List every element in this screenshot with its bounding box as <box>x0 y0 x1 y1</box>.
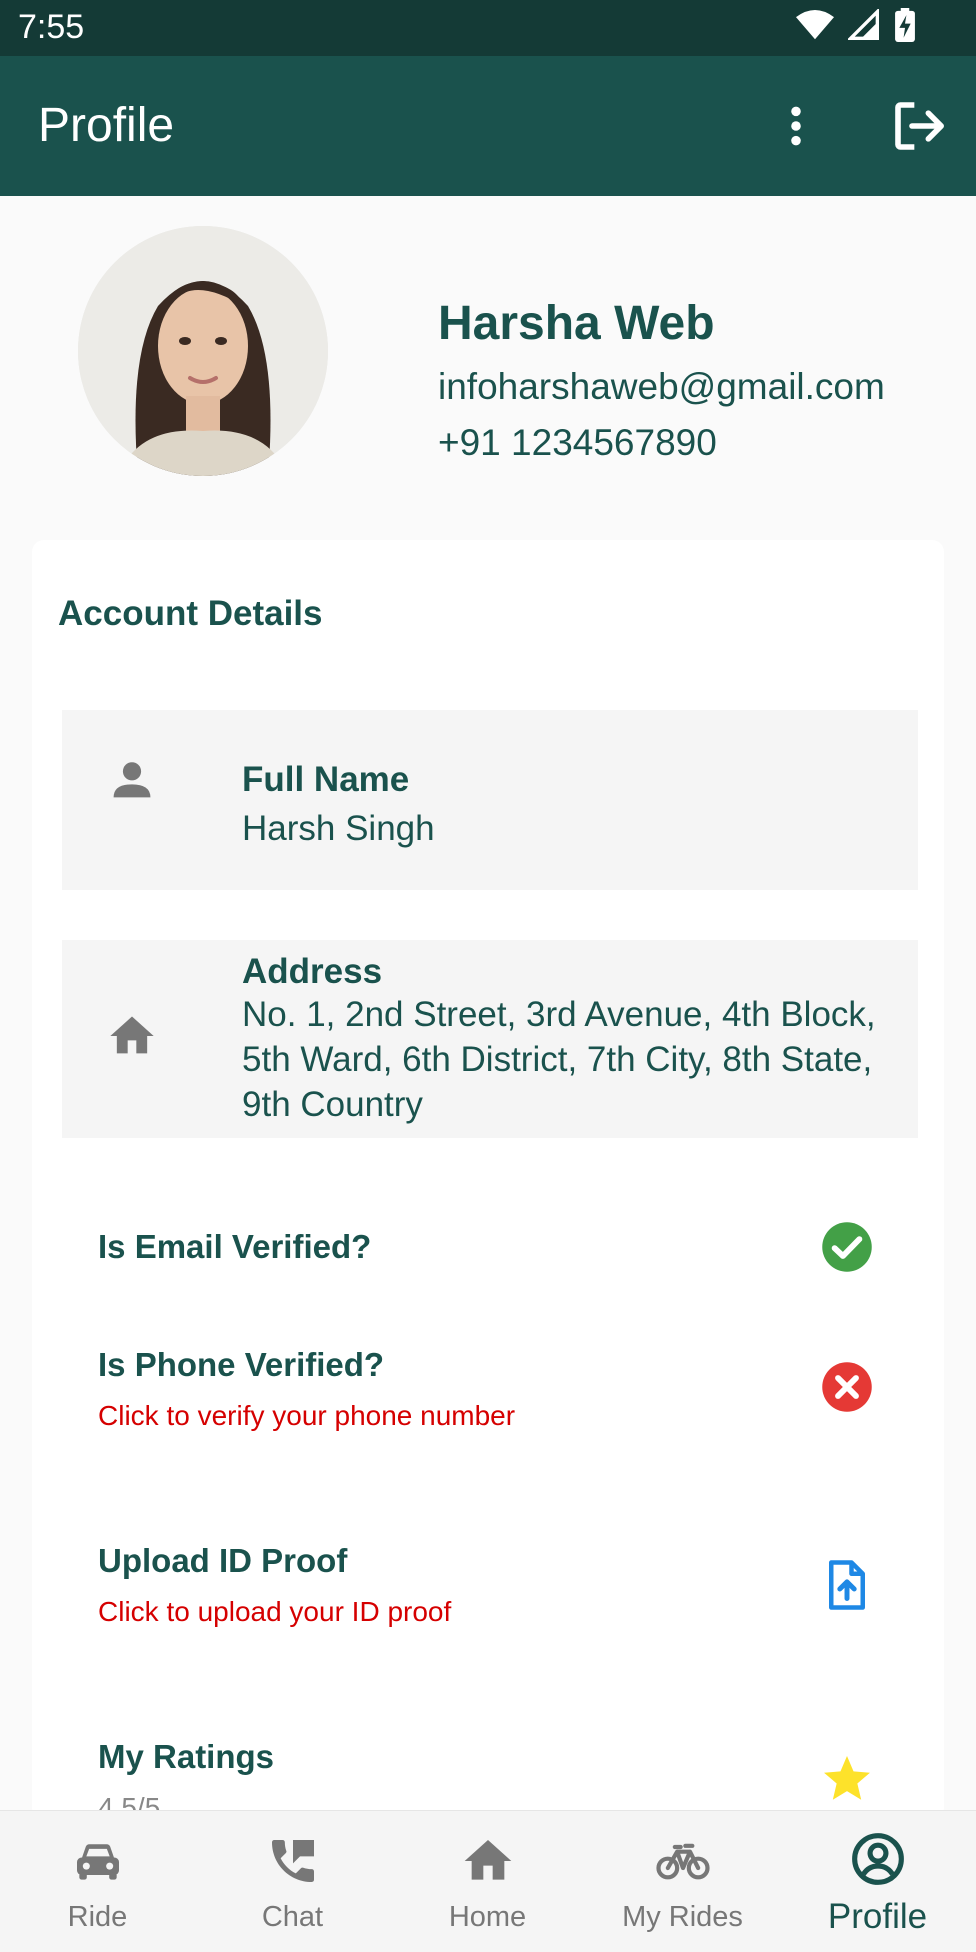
file-upload-icon <box>829 1560 865 1610</box>
nav-item-my-rides[interactable]: My Rides <box>585 1811 780 1952</box>
phone-verify-link[interactable]: Click to verify your phone number <box>98 1400 515 1432</box>
profile-header: Harsha Web infoharshaweb@gmail.com +91 1… <box>0 196 976 536</box>
full-name-box[interactable]: Full Name Harsh Singh <box>62 710 918 890</box>
nav-label-home: Home <box>448 1901 527 1933</box>
battery-charging-icon <box>895 8 915 42</box>
status-time: 7:55 <box>18 8 85 46</box>
avatar[interactable] <box>78 226 328 476</box>
star-icon <box>824 1756 870 1800</box>
more-vertical-icon <box>791 106 801 146</box>
home-icon <box>110 1016 154 1054</box>
nav-item-home[interactable]: Home <box>390 1811 585 1952</box>
bottom-navigation: Ride Chat Home My Rides Profile <box>0 1810 976 1952</box>
profile-name: Harsha Web <box>438 297 715 350</box>
app-bar: Profile <box>0 56 976 196</box>
more-options-button[interactable] <box>776 104 816 148</box>
status-icons <box>796 8 916 42</box>
cancel-circle-icon <box>822 1362 872 1412</box>
status-bar: 7:55 <box>0 0 976 56</box>
phone-verified-title: Is Phone Verified? <box>98 1346 385 1383</box>
avatar-photo <box>78 226 328 476</box>
account-circle-icon <box>852 1833 904 1885</box>
full-name-value: Harsh Singh <box>242 809 435 848</box>
bicycle-icon <box>656 1843 710 1880</box>
address-label: Address <box>242 952 383 991</box>
phone-chat-icon <box>272 1840 314 1882</box>
email-verified-title: Is Email Verified? <box>98 1228 372 1265</box>
account-details-card: Account Details Full Name Harsh Singh Ad… <box>32 540 944 1823</box>
wifi-icon <box>796 9 834 40</box>
nav-item-chat[interactable]: Chat <box>195 1811 390 1952</box>
nav-item-profile[interactable]: Profile <box>780 1811 975 1952</box>
person-icon <box>113 762 151 798</box>
full-name-label: Full Name <box>242 760 410 799</box>
page-title: Profile <box>38 99 175 152</box>
car-icon <box>77 1844 119 1880</box>
address-box[interactable]: Address No. 1, 2nd Street, 3rd Avenue, 4… <box>62 940 918 1138</box>
check-circle-icon <box>822 1222 872 1272</box>
signal-icon <box>848 9 879 40</box>
section-title: Account Details <box>58 594 323 633</box>
logout-button[interactable] <box>890 98 948 154</box>
ratings-title: My Ratings <box>98 1738 275 1775</box>
nav-label-chat: Chat <box>261 1901 324 1933</box>
upload-id-link[interactable]: Click to upload your ID proof <box>98 1596 451 1628</box>
profile-phone: +91 1234567890 <box>438 422 717 463</box>
address-value: No. 1, 2nd Street, 3rd Avenue, 4th Block… <box>242 995 876 1124</box>
logout-icon <box>895 102 944 150</box>
nav-label-my-rides: My Rides <box>622 1901 743 1933</box>
home-icon <box>464 1840 512 1880</box>
nav-item-ride[interactable]: Ride <box>0 1811 195 1952</box>
nav-label-ride: Ride <box>67 1901 128 1933</box>
profile-email: infoharshaweb@gmail.com <box>438 366 885 407</box>
nav-label-profile: Profile <box>827 1897 928 1936</box>
upload-id-title: Upload ID Proof <box>98 1542 348 1579</box>
